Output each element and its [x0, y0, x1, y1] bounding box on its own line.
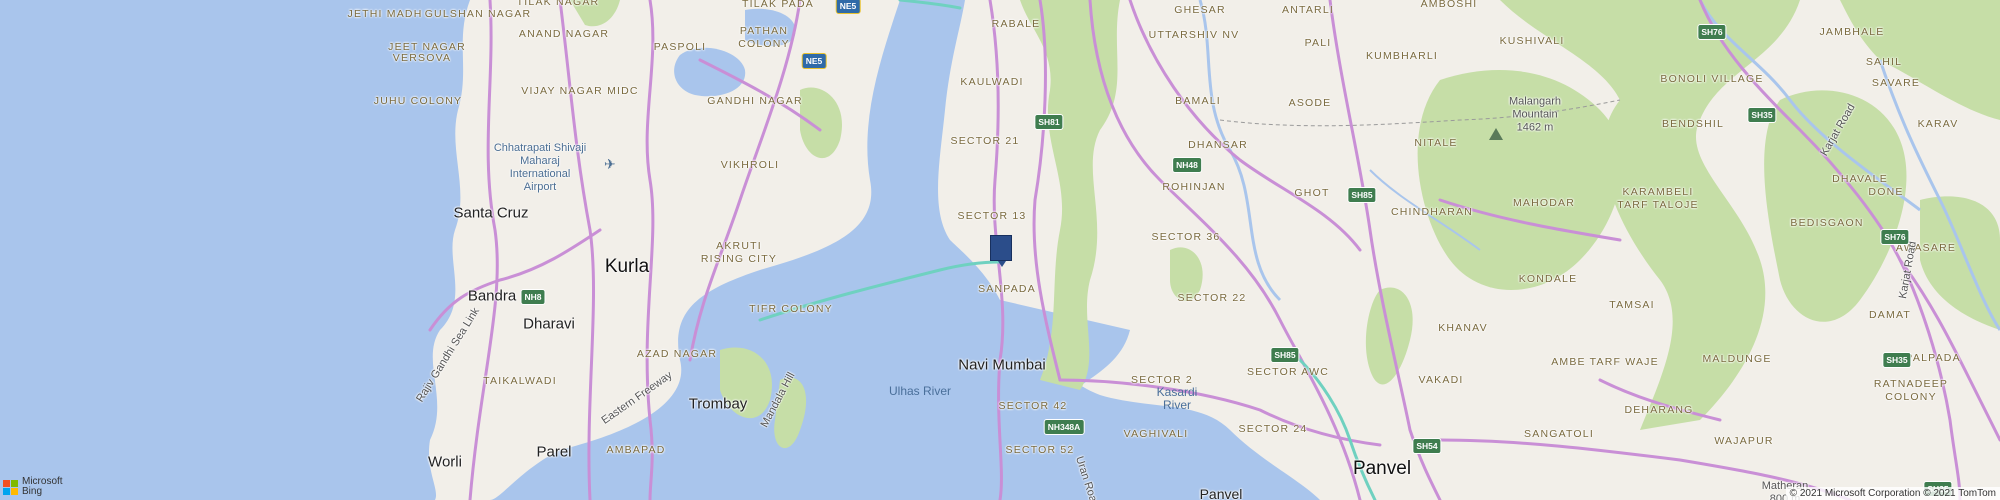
label-tamsai: TAMSAI — [1609, 299, 1655, 311]
label-vikhroli: VIKHROLI — [720, 159, 780, 171]
label-jethi-madh: JETHI MADH — [347, 8, 423, 20]
label-sector-22: SECTOR 22 — [1177, 292, 1247, 304]
logo-text: Microsoft Bing — [22, 476, 63, 497]
label-sector-21: SECTOR 21 — [950, 135, 1020, 147]
label-ghot: GHOT — [1294, 187, 1330, 199]
label-gandhi-nagar: GANDHI NAGAR — [707, 95, 803, 107]
label-gulshan-nagar: GULSHAN NAGAR — [424, 8, 532, 20]
label-juhu-colony: JUHU COLONY — [373, 95, 463, 107]
shield-sh85-b: SH85 — [1270, 347, 1300, 363]
map-view[interactable]: JETHI MADH GULSHAN NAGAR TILAK NAGAR TIL… — [0, 0, 2000, 500]
label-kurla: Kurla — [604, 256, 650, 277]
label-parel: Parel — [536, 443, 572, 461]
label-karambeli: KARAMBELI TARF TALOJE — [1617, 186, 1699, 211]
label-bamali: BAMALI — [1175, 95, 1221, 107]
label-sector-13: SECTOR 13 — [957, 210, 1027, 222]
shield-sh35-b: SH35 — [1882, 352, 1912, 368]
label-kumbharli: KUMBHARLI — [1365, 50, 1439, 62]
label-azad-nagar: AZAD NAGAR — [636, 348, 718, 360]
label-khanav: KHANAV — [1438, 322, 1488, 334]
label-antarli: ANTARLI — [1282, 4, 1334, 16]
shield-nh8: NH8 — [520, 289, 546, 305]
label-rohinjan: ROHINJAN — [1162, 181, 1226, 193]
shield-nh48: NH48 — [1172, 157, 1202, 173]
label-pali: PALI — [1304, 37, 1332, 49]
label-uttarshiv-nv: UTTARSHIV NV — [1148, 29, 1240, 41]
label-sanpada: SANPADA — [978, 283, 1036, 295]
label-navi-mumbai: Navi Mumbai — [958, 356, 1046, 374]
label-mahodar: MAHODAR — [1512, 197, 1576, 209]
label-rabale: RABALE — [991, 18, 1041, 30]
shield-sh35-a: SH35 — [1747, 107, 1777, 123]
label-bandra: Bandra — [467, 287, 517, 305]
label-paspoli: PASPOLI — [653, 41, 707, 53]
label-ghesar: GHESAR — [1174, 4, 1226, 16]
label-asode: ASODE — [1288, 97, 1332, 109]
shield-nh348a: NH348A — [1043, 419, 1085, 435]
label-bonoli-village: BONOLI VILLAGE — [1660, 73, 1764, 85]
label-sector-24: SECTOR 24 — [1238, 423, 1308, 435]
label-sector-42: SECTOR 42 — [998, 400, 1068, 412]
location-pin[interactable] — [990, 235, 1012, 267]
label-tilak-nagar: TILAK NAGAR — [516, 0, 600, 8]
label-jambhale: JAMBHALE — [1819, 26, 1885, 38]
label-ambe-tarf-waje: AMBE TARF WAJE — [1551, 356, 1659, 368]
label-amboshi: AMBOSHI — [1420, 0, 1478, 10]
label-karav: KARAV — [1917, 118, 1959, 130]
label-sahil: SAHIL — [1865, 56, 1903, 68]
shield-sh85-a: SH85 — [1347, 187, 1377, 203]
label-panvel-small: Panvel — [1199, 486, 1243, 500]
label-vijay-nagar-midc: VIJAY NAGAR MIDC — [521, 85, 639, 97]
airport-icon: ✈ — [604, 157, 616, 173]
label-done: DONE — [1868, 186, 1904, 198]
label-sector-52: SECTOR 52 — [1005, 444, 1075, 456]
shield-sh76-b: SH76 — [1880, 229, 1910, 245]
label-dharavi: Dharavi — [523, 315, 575, 333]
label-damat: DAMAT — [1869, 309, 1911, 321]
label-kondale: KONDALE — [1518, 273, 1578, 285]
label-deharang: DEHARANG — [1624, 404, 1694, 416]
label-wajapur: WAJAPUR — [1714, 435, 1774, 447]
label-versova: VERSOVA — [392, 52, 452, 64]
label-pathan-colony: PATHAN COLONY — [738, 25, 790, 50]
shield-sh81: SH81 — [1034, 114, 1064, 130]
label-dhavale: DHAVALE — [1832, 173, 1888, 185]
label-chindharan: CHINDHARAN — [1390, 206, 1474, 218]
shield-ne5-a: NE5 — [835, 0, 861, 14]
label-panvel: Panvel — [1352, 458, 1412, 479]
copyright-notice[interactable]: © 2021 Microsoft Corporation © 2021 TomT… — [1785, 487, 2000, 500]
label-vaghivali: VAGHIVALI — [1123, 428, 1189, 440]
label-nitale: NITALE — [1414, 137, 1458, 149]
label-airport: Chhatrapati Shivaji Maharaj Internationa… — [493, 142, 587, 193]
label-vakadi: VAKADI — [1418, 374, 1464, 386]
label-anand-nagar: ANAND NAGAR — [518, 28, 610, 40]
label-bendshil: BENDSHIL — [1661, 118, 1725, 130]
label-trombay: Trombay — [688, 395, 748, 413]
label-bedisgaon: BEDISGAON — [1790, 217, 1864, 229]
shield-sh76-a: SH76 — [1697, 24, 1727, 40]
shield-sh54: SH54 — [1412, 438, 1442, 454]
microsoft-logo-icon — [3, 479, 18, 495]
shield-ne5-b: NE5 — [801, 53, 827, 69]
label-kasardi-river: Kasardi River — [1156, 385, 1198, 412]
label-savare: SAVARE — [1871, 77, 1921, 89]
bing-logo[interactable]: Microsoft Bing — [3, 477, 63, 497]
label-ulhas-river: Ulhas River — [888, 384, 952, 398]
label-kushivali: KUSHIVALI — [1499, 35, 1565, 47]
label-tifr-colony: TIFR COLONY — [749, 303, 833, 315]
label-sector-36: SECTOR 36 — [1151, 231, 1221, 243]
label-santa-cruz: Santa Cruz — [453, 204, 529, 222]
label-sector-awc: SECTOR AWC — [1246, 366, 1330, 378]
label-worli: Worli — [428, 453, 462, 471]
label-ratnadeep: RATNADEEP COLONY — [1873, 378, 1949, 403]
label-sangatoli: SANGATOLI — [1524, 428, 1594, 440]
label-akruti: AKRUTI RISING CITY — [700, 240, 778, 265]
label-malangarh: Malangarh Mountain 1462 m — [1509, 95, 1561, 134]
label-ambapad: AMBAPAD — [606, 444, 666, 456]
label-kaulwadi: KAULWADI — [960, 76, 1024, 88]
label-tilak-pada: TILAK PADA — [742, 0, 814, 10]
label-taikalwadi: TAIKALWADI — [483, 375, 557, 387]
label-maldunge: MALDUNGE — [1702, 353, 1772, 365]
label-dhansar: DHANSAR — [1188, 139, 1248, 151]
